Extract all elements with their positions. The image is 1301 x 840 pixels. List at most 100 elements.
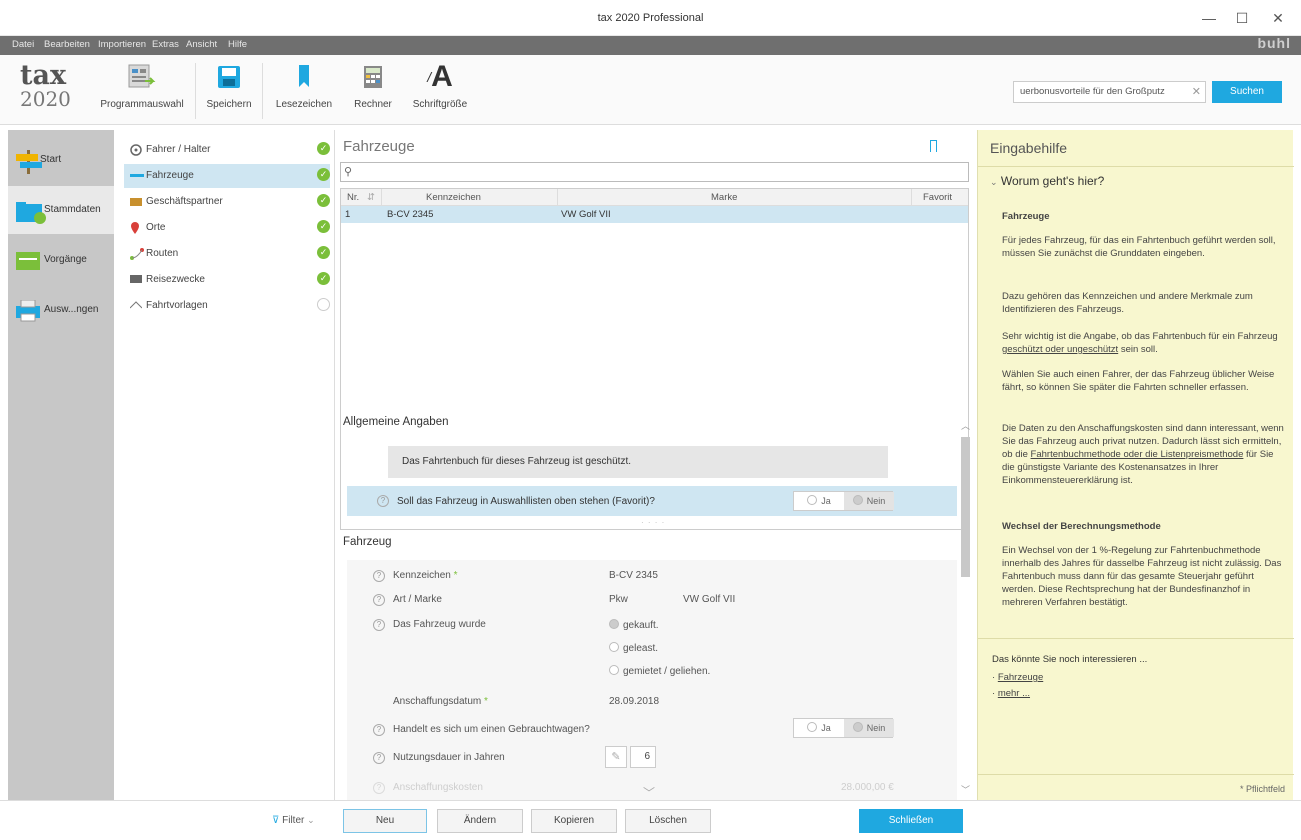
minimize-button[interactable]: — — [1197, 8, 1221, 28]
cost-label: Anschaffungskosten — [393, 782, 483, 793]
help-icon[interactable]: ? — [373, 724, 385, 736]
bookmark-button[interactable]: Lesezeichen — [268, 61, 340, 110]
location-pin-icon — [130, 222, 142, 234]
table-row[interactable]: 1 B-CV 2345 VW Golf VII — [341, 206, 968, 223]
program-select-button[interactable]: Programmauswahl — [94, 61, 190, 110]
filter-button[interactable]: ⊽ Filter ⌄ — [272, 815, 315, 826]
column-kennzeichen[interactable]: Kennzeichen — [426, 192, 481, 203]
route-icon — [130, 248, 144, 260]
nav-vorgaenge[interactable]: Vorgänge — [8, 236, 114, 284]
nav-stammdaten[interactable]: Stammdaten — [8, 186, 114, 234]
delete-button[interactable]: Löschen — [625, 809, 711, 833]
check-icon: ✓ — [317, 168, 330, 181]
nav-auswertungen[interactable]: Ausw...ngen — [8, 286, 114, 334]
edit-button[interactable]: Ändern — [437, 809, 523, 833]
resize-grip[interactable]: · · · · — [641, 518, 665, 527]
section-general-title: Allgemeine Angaben — [343, 416, 449, 428]
close-window-button[interactable]: ✕ — [1266, 8, 1290, 28]
help-icon[interactable]: ? — [373, 594, 385, 606]
help-icon[interactable]: ? — [373, 619, 385, 631]
subnav-fahrer-halter[interactable]: Fahrer / Halter ✓ — [124, 138, 330, 162]
radio-leased[interactable]: geleast. — [609, 642, 658, 654]
column-marke[interactable]: Marke — [711, 192, 737, 203]
calculator-icon — [346, 61, 400, 93]
protected-link[interactable]: geschützt oder ungeschützt — [1002, 344, 1118, 355]
chevron-down-icon: ⌄ — [307, 815, 315, 825]
menu-importieren[interactable]: Importieren — [98, 39, 146, 50]
kennzeichen-label: Kennzeichen * — [393, 570, 458, 581]
vehicle-form: ? Kennzeichen * B-CV 2345 ? Art / Marke … — [347, 560, 957, 800]
date-value[interactable]: 28.09.2018 — [609, 696, 659, 707]
scroll-down-icon[interactable]: ﹀ — [961, 783, 970, 796]
related-title: Das könnte Sie noch interessieren ... — [992, 654, 1148, 665]
menu-bar: Datei Bearbeiten Importieren Extras Ansi… — [0, 35, 1301, 55]
column-nr[interactable]: Nr. — [347, 192, 359, 203]
help-icon[interactable]: ? — [373, 570, 385, 582]
help-paragraph: Sehr wichtig ist die Angabe, ob das Fahr… — [1002, 331, 1278, 355]
toolbar: tax 2020 Programmauswahl Speichern Lesez… — [0, 55, 1301, 125]
buhl-logo: buhl — [1257, 35, 1291, 51]
column-favorit[interactable]: Favorit — [923, 192, 952, 203]
usage-years-label: Nutzungsdauer in Jahren — [393, 752, 505, 763]
subnav-fahrzeuge[interactable]: Fahrzeuge ✓ — [124, 164, 330, 188]
art-value[interactable]: Pkw — [609, 594, 628, 605]
used-car-no[interactable]: Nein — [844, 719, 894, 737]
related-link-more[interactable]: · mehr ... — [992, 688, 1030, 699]
program-select-icon — [94, 61, 190, 93]
menu-hilfe[interactable]: Hilfe — [228, 39, 247, 50]
search-icon: ⚲ — [344, 166, 353, 178]
subnav-routen[interactable]: Routen ✓ — [124, 242, 330, 266]
copy-button[interactable]: Kopieren — [531, 809, 617, 833]
search-input[interactable]: uerbonusvorteile für den Großputz ✕ — [1013, 81, 1206, 103]
new-button[interactable]: Neu — [343, 809, 427, 833]
help-panel: Eingabehilfe ⌄ Worum geht's hier? Fahrze… — [977, 130, 1294, 800]
favorite-no[interactable]: Nein — [844, 492, 894, 510]
chevron-down-icon[interactable]: ﹀ — [643, 784, 655, 801]
calculator-button[interactable]: Rechner — [346, 61, 400, 110]
marke-value[interactable]: VW Golf VII — [683, 594, 735, 605]
sort-icon[interactable]: ⇵ — [367, 192, 375, 203]
used-car-yes[interactable]: Ja — [794, 719, 844, 737]
cost-value[interactable]: 28.000,00 € — [841, 782, 894, 793]
usage-years-input[interactable]: 6 — [630, 746, 656, 768]
subnav-geschaeftspartner[interactable]: Geschäftspartner ✓ — [124, 190, 330, 214]
required-note: * Pflichtfeld — [1239, 784, 1285, 794]
scroll-up-icon[interactable]: ︿ — [961, 419, 970, 432]
save-icon — [200, 61, 258, 93]
help-subtitle[interactable]: ⌄ Worum geht's hier? — [990, 174, 1104, 188]
scrollbar-thumb[interactable] — [961, 437, 970, 577]
grid-search-input[interactable]: ⚲ — [340, 162, 969, 182]
used-car-toggle[interactable]: Ja Nein — [793, 718, 894, 738]
clear-search-icon[interactable]: ✕ — [1192, 85, 1201, 98]
subnav-fahrtvorlagen[interactable]: Fahrtvorlagen — [124, 294, 330, 318]
incomplete-icon — [317, 298, 330, 311]
bookmark-icon[interactable] — [930, 140, 937, 152]
font-size-button[interactable]: / A Schriftgröße — [402, 60, 478, 110]
help-icon[interactable]: ? — [373, 782, 385, 794]
kennzeichen-value[interactable]: B-CV 2345 — [609, 570, 658, 581]
menu-ansicht[interactable]: Ansicht — [186, 39, 217, 50]
subnav-orte[interactable]: Orte ✓ — [124, 216, 330, 240]
section-vehicle-title: Fahrzeug — [343, 536, 392, 548]
maximize-button[interactable]: ☐ — [1230, 8, 1254, 28]
check-icon: ✓ — [317, 220, 330, 233]
favorite-yes[interactable]: Ja — [794, 492, 844, 510]
close-button[interactable]: Schließen — [859, 809, 963, 833]
search-button[interactable]: Suchen — [1212, 81, 1282, 103]
radio-rented[interactable]: gemietet / geliehen. — [609, 665, 710, 677]
edit-icon[interactable]: ✎ — [605, 746, 627, 768]
menu-extras[interactable]: Extras — [152, 39, 179, 50]
radio-bought[interactable]: gekauft. — [609, 619, 659, 631]
menu-bearbeiten[interactable]: Bearbeiten — [44, 39, 90, 50]
subnav-reisezwecke[interactable]: Reisezwecke ✓ — [124, 268, 330, 292]
related-link-vehicles[interactable]: · Fahrzeuge — [992, 672, 1043, 683]
method-link[interactable]: Fahrtenbuchmethode oder die Listenpreism… — [1031, 449, 1244, 460]
menu-datei[interactable]: Datei — [12, 39, 34, 50]
favorite-toggle[interactable]: Ja Nein — [793, 491, 894, 511]
save-button[interactable]: Speichern — [200, 61, 258, 110]
nav-start[interactable]: Start — [8, 136, 114, 184]
help-icon[interactable]: ? — [373, 752, 385, 764]
bookmark-icon — [268, 61, 340, 93]
help-icon[interactable]: ? — [377, 495, 389, 507]
scrollbar[interactable]: ︿ ﹀ — [959, 415, 971, 800]
